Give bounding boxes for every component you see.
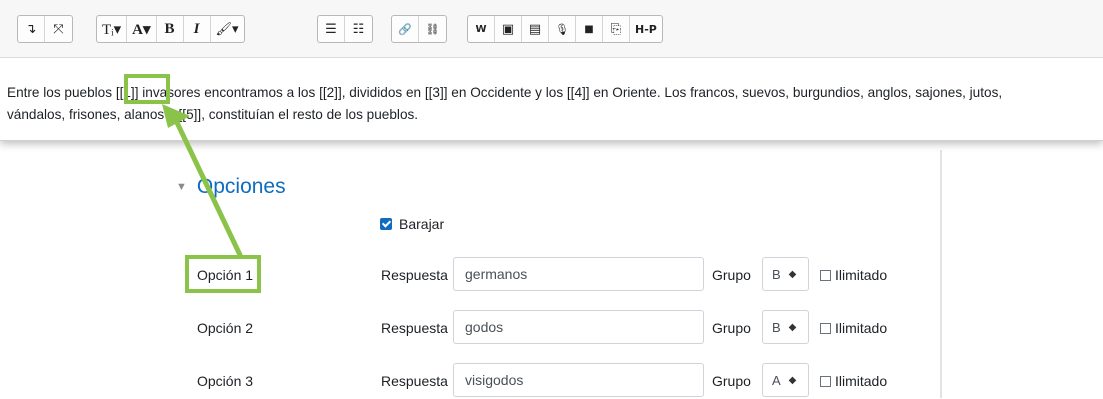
unlimited-checkbox[interactable]: Ilimitado [820, 267, 887, 283]
highlight-box-option [185, 255, 261, 293]
wiris-icon[interactable]: W [468, 16, 495, 42]
h5p-icon[interactable]: H-P [630, 16, 662, 42]
paragraph-style-icon[interactable]: Tᵢ▾ [97, 16, 128, 42]
unlimited-checkbox[interactable]: Ilimitado [820, 320, 887, 336]
text-editor: ↴ ⤧ Tᵢ▾ A▾ B I 🖌▾ ☰ ☷ 🔗 ⛓ W ▣ ▤ 🎙 ■ ⎘ H-… [0, 0, 1103, 141]
checkbox-empty-icon [820, 375, 831, 387]
response-label: Respuesta [381, 267, 448, 283]
chevron-down-icon: ▼ [176, 181, 187, 193]
group-label: Grupo [712, 320, 751, 336]
unlimited-checkbox[interactable]: Ilimitado [820, 373, 887, 389]
editor-text-line-1: Entre los pueblos [[1]] invasores encont… [7, 85, 1003, 100]
response-input[interactable]: germanos [453, 257, 704, 291]
response-label: Respuesta [381, 373, 448, 389]
checkbox-empty-icon [820, 322, 831, 334]
group-select[interactable]: B ◆ [762, 257, 809, 291]
checkbox-checked-icon [380, 218, 392, 230]
unordered-list-icon[interactable]: ☰ [318, 16, 345, 42]
option-label: Opción 3 [197, 373, 254, 389]
group-select[interactable]: B ◆ [762, 310, 809, 344]
unlimited-label: Ilimitado [835, 320, 888, 336]
select-arrows-icon: ◆ [788, 268, 797, 280]
group-value: A [772, 372, 781, 388]
group-label: Grupo [712, 267, 751, 283]
group-value: B [772, 266, 781, 282]
microphone-icon[interactable]: 🎙 [549, 16, 576, 42]
unlimited-label: Ilimitado [835, 267, 888, 283]
unlink-icon[interactable]: ⛓ [419, 16, 446, 42]
toolbar-group-2: Tᵢ▾ A▾ B I 🖌▾ [96, 15, 245, 43]
group-select[interactable]: A ◆ [762, 363, 809, 397]
option-row: Opción 3 Respuesta visigodos Grupo A ◆ I… [0, 363, 1103, 399]
option-row: Opción 2 Respuesta godos Grupo B ◆ Ilimi… [0, 310, 1103, 346]
expand-toolbar-icon[interactable]: ↴ [18, 16, 45, 42]
copy-icon[interactable]: ⎘ [603, 16, 630, 42]
group-value: B [772, 319, 781, 335]
response-label: Respuesta [381, 320, 448, 336]
shuffle-checkbox[interactable]: Barajar [380, 216, 444, 232]
italic-icon[interactable]: I [184, 16, 211, 42]
section-title: Opciones [196, 175, 286, 198]
unlimited-label: Ilimitado [835, 373, 888, 389]
checkbox-empty-icon [820, 269, 831, 281]
toolbar-group-3: ☰ ☷ [317, 15, 373, 43]
editor-content[interactable]: Entre los pueblos [[1]] invasores encont… [7, 82, 1103, 126]
option-row: Opción 1 Respuesta germanos Grupo B ◆ Il… [0, 257, 1103, 293]
fullscreen-icon[interactable]: ⤧ [45, 16, 72, 42]
link-icon[interactable]: 🔗 [392, 16, 419, 42]
highlight-box-placeholder [124, 74, 170, 104]
response-input[interactable]: godos [453, 310, 704, 344]
image-icon[interactable]: ▣ [495, 16, 522, 42]
response-input[interactable]: visigodos [453, 363, 704, 397]
editor-text-line-2: vándalos, frisones, alanos y [[5]], cons… [7, 107, 419, 122]
font-color-icon[interactable]: A▾ [127, 16, 157, 42]
toolbar-group-4: 🔗 ⛓ [391, 15, 447, 43]
bold-icon[interactable]: B [157, 16, 184, 42]
select-arrows-icon: ◆ [788, 374, 797, 386]
group-label: Grupo [712, 373, 751, 389]
ordered-list-icon[interactable]: ☷ [345, 16, 372, 42]
editor-toolbar: ↴ ⤧ Tᵢ▾ A▾ B I 🖌▾ ☰ ☷ 🔗 ⛓ W ▣ ▤ 🎙 ■ ⎘ H-… [0, 0, 1103, 58]
toolbar-group-5: W ▣ ▤ 🎙 ■ ⎘ H-P [467, 15, 663, 43]
shuffle-label: Barajar [399, 216, 445, 232]
brush-icon[interactable]: 🖌▾ [211, 16, 244, 42]
select-arrows-icon: ◆ [788, 321, 797, 333]
media-icon[interactable]: ▤ [522, 16, 549, 42]
video-icon[interactable]: ■ [576, 16, 603, 42]
option-label: Opción 2 [197, 320, 254, 336]
options-section-toggle[interactable]: ▼ Opciones [176, 175, 286, 199]
toolbar-group-1: ↴ ⤧ [17, 15, 73, 43]
